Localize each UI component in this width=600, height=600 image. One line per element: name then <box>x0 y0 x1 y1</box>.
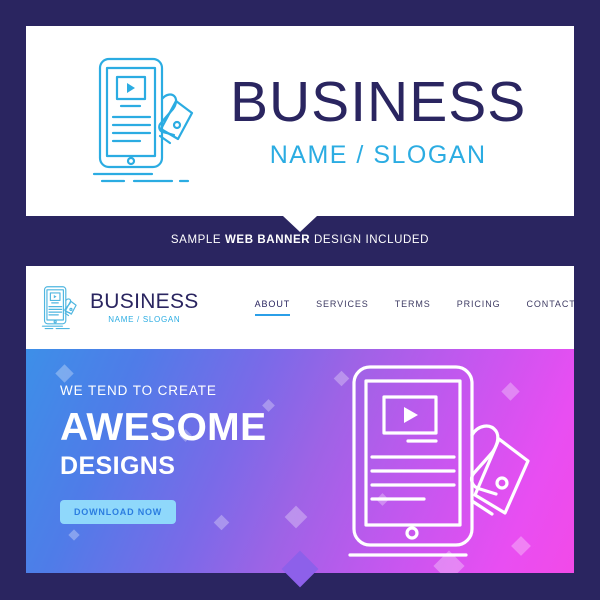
banner-template-page: BUSINESS NAME / SLOGAN SAMPLE WEB BANNER… <box>0 0 600 600</box>
hero-copy: WE TEND TO CREATE AWESOME DESIGNS DOWNLO… <box>60 383 267 525</box>
hero-eyebrow: WE TEND TO CREATE <box>60 383 217 398</box>
nav-link-terms[interactable]: TERMS <box>395 299 431 316</box>
hero-headline: AWESOME <box>60 406 267 449</box>
sample-caption: SAMPLE WEB BANNER DESIGN INCLUDED <box>0 234 600 246</box>
nav-brand-name: BUSINESS <box>90 290 199 313</box>
nav-links: ABOUT SERVICES TERMS PRICING CONTACT <box>254 299 575 316</box>
navbar: BUSINESS NAME / SLOGAN ABOUT SERVICES TE… <box>26 266 574 349</box>
nav-brand-slogan: NAME / SLOGAN <box>108 315 181 324</box>
tablet-in-hand-icon <box>41 285 77 329</box>
nav-link-pricing[interactable]: PRICING <box>457 299 501 316</box>
logo-card: BUSINESS NAME / SLOGAN <box>26 26 574 216</box>
web-banner-card: BUSINESS NAME / SLOGAN ABOUT SERVICES TE… <box>26 266 574 573</box>
logo-text-block: BUSINESS NAME / SLOGAN <box>230 74 526 168</box>
logo-card-notch <box>283 216 317 232</box>
hero-section: WE TEND TO CREATE AWESOME DESIGNS DOWNLO… <box>26 349 574 573</box>
sample-caption-suffix: DESIGN INCLUDED <box>310 234 430 246</box>
nav-link-services[interactable]: SERVICES <box>316 299 369 316</box>
tablet-in-hand-icon <box>348 365 530 557</box>
brand-name: BUSINESS <box>230 70 527 134</box>
sample-caption-prefix: SAMPLE <box>170 234 225 246</box>
download-now-button[interactable]: DOWNLOAD NOW <box>60 500 177 525</box>
nav-link-about[interactable]: ABOUT <box>254 299 291 316</box>
nav-link-contact[interactable]: CONTACT <box>527 299 575 316</box>
tablet-in-hand-icon <box>92 57 194 183</box>
brand-slogan: NAME / SLOGAN <box>269 141 487 169</box>
hero-subheadline: DESIGNS <box>60 451 176 480</box>
sample-caption-emphasis: WEB BANNER <box>224 234 311 246</box>
nav-logo-text-block: BUSINESS NAME / SLOGAN <box>90 291 199 324</box>
nav-logo[interactable]: BUSINESS NAME / SLOGAN <box>40 284 199 332</box>
